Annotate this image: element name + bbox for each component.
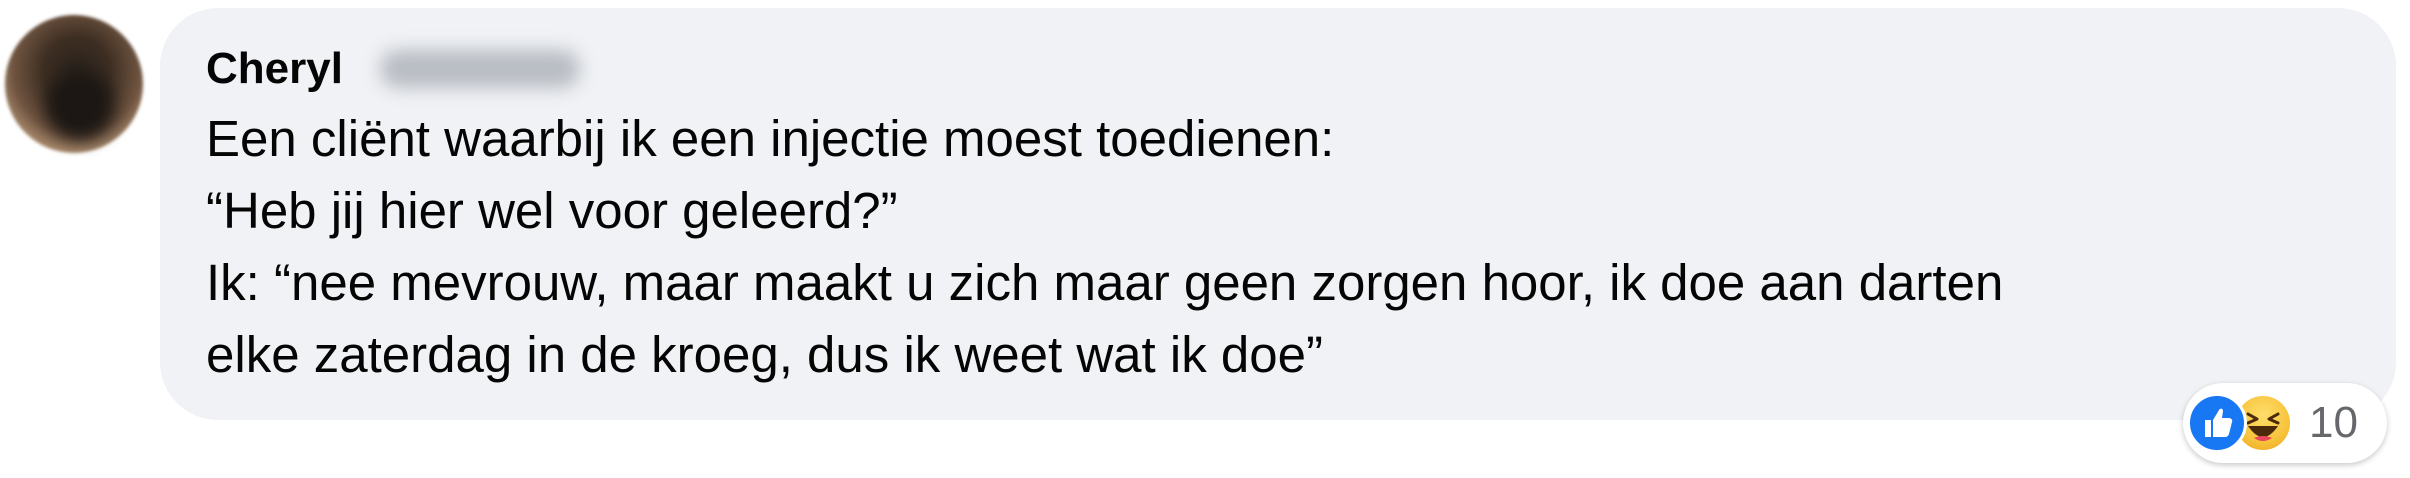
reaction-count: 10	[2309, 398, 2358, 447]
comment-text: Een cliënt waarbij ik een injectie moest…	[206, 103, 2366, 391]
comment-line: elke zaterdag in de kroeg, dus ik weet w…	[206, 326, 1323, 383]
avatar-photo-shade	[45, 70, 115, 140]
comment-line: Een cliënt waarbij ik een injectie moest…	[206, 110, 1335, 167]
comment-line: Ik: “nee mevrouw, maar maakt u zich maar…	[206, 254, 2004, 311]
like-icon	[2187, 393, 2247, 453]
author-surname-redaction	[380, 50, 580, 88]
comment-line: “Heb jij hier wel voor geleerd?”	[206, 182, 898, 239]
commenter-avatar[interactable]	[5, 15, 143, 153]
comment-author-name[interactable]: Cheryl	[206, 44, 343, 94]
reactions-summary[interactable]: 10	[2183, 383, 2387, 463]
